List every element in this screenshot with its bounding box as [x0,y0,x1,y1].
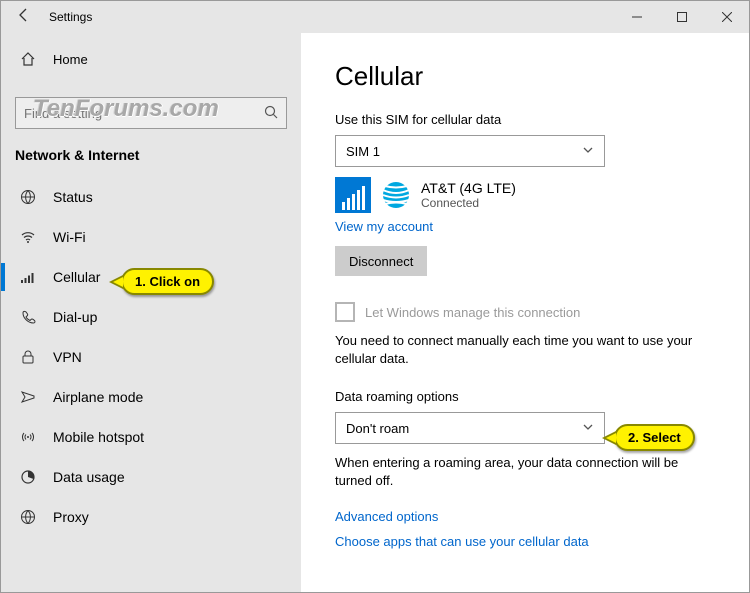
cellular-icon [19,268,37,286]
sidebar-item-label: Dial-up [53,309,97,325]
sidebar-item-label: Cellular [53,269,100,285]
att-logo-icon [381,180,411,210]
auto-manage-row[interactable]: Let Windows manage this connection [335,302,715,322]
carrier-name: AT&T (4G LTE) [421,180,516,196]
carrier-text: AT&T (4G LTE) Connected [421,180,516,210]
status-icon [19,188,37,206]
roaming-selected-value: Don't roam [346,421,409,436]
page-title: Cellular [335,61,715,92]
dialup-icon [19,308,37,326]
sidebar-item-label: VPN [53,349,82,365]
search-field[interactable] [24,106,264,121]
auto-manage-label: Let Windows manage this connection [365,305,580,320]
back-button[interactable] [1,8,47,27]
data-usage-icon [19,468,37,486]
sidebar-item-wifi[interactable]: Wi-Fi [1,217,301,257]
sim-section-label: Use this SIM for cellular data [335,112,715,127]
roaming-label: Data roaming options [335,389,715,404]
titlebar: Settings [1,1,749,33]
nav-list: Status Wi-Fi Cellular Dial-up VPN Airpla… [1,177,301,537]
roaming-select[interactable]: Don't roam [335,412,605,444]
chevron-down-icon [582,421,594,436]
auto-manage-checkbox[interactable] [335,302,355,322]
carrier-state: Connected [421,196,516,210]
signal-tile-icon [335,177,371,213]
choose-apps-link[interactable]: Choose apps that can use your cellular d… [335,534,715,549]
manual-connect-desc: You need to connect manually each time y… [335,332,715,367]
proxy-icon [19,508,37,526]
carrier-row: AT&T (4G LTE) Connected [335,177,715,213]
sim-selected-value: SIM 1 [346,144,380,159]
sidebar-item-label: Airplane mode [53,389,143,405]
callout-1: 1. Click on [121,268,214,295]
vpn-icon [19,348,37,366]
home-nav[interactable]: Home [1,41,301,77]
main-content: Cellular Use this SIM for cellular data … [301,33,749,592]
search-input[interactable] [15,97,287,129]
sidebar-item-dialup[interactable]: Dial-up [1,297,301,337]
home-icon [19,51,37,67]
sim-select[interactable]: SIM 1 [335,135,605,167]
wifi-icon [19,228,37,246]
hotspot-icon [19,428,37,446]
roaming-desc: When entering a roaming area, your data … [335,454,715,489]
sidebar-item-vpn[interactable]: VPN [1,337,301,377]
maximize-button[interactable] [659,1,704,33]
disconnect-button[interactable]: Disconnect [335,246,427,276]
sidebar-item-label: Data usage [53,469,125,485]
sidebar-item-label: Status [53,189,93,205]
sidebar-item-proxy[interactable]: Proxy [1,497,301,537]
airplane-icon [19,388,37,406]
view-account-link[interactable]: View my account [335,219,715,234]
minimize-button[interactable] [614,1,659,33]
close-button[interactable] [704,1,749,33]
category-heading: Network & Internet [1,129,301,173]
chevron-down-icon [582,144,594,159]
window-title: Settings [49,10,92,24]
sidebar-item-label: Wi-Fi [53,229,86,245]
callout-2: 2. Select [614,424,695,451]
home-label: Home [53,52,88,67]
sidebar-item-status[interactable]: Status [1,177,301,217]
sidebar-item-label: Mobile hotspot [53,429,144,445]
search-icon [264,105,278,122]
sidebar: Home TenForums.com Network & Internet St… [1,33,301,592]
sidebar-item-label: Proxy [53,509,89,525]
sidebar-item-hotspot[interactable]: Mobile hotspot [1,417,301,457]
sidebar-item-airplane[interactable]: Airplane mode [1,377,301,417]
advanced-options-link[interactable]: Advanced options [335,509,715,524]
sidebar-item-datausage[interactable]: Data usage [1,457,301,497]
